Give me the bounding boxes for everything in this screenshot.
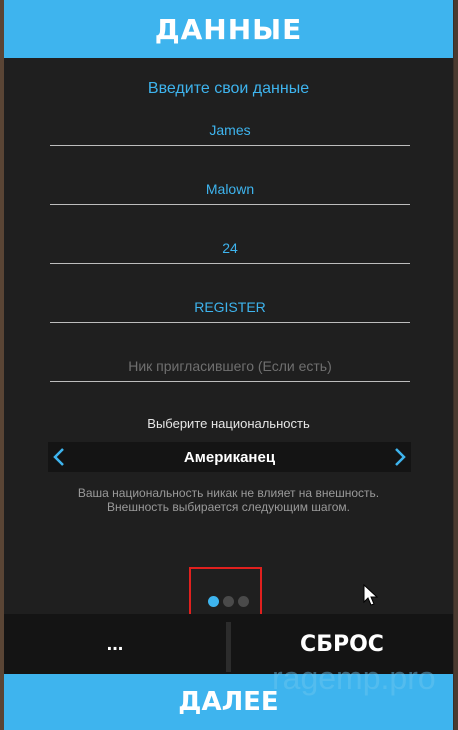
- age-field[interactable]: [50, 233, 410, 264]
- chevron-left-icon[interactable]: [48, 442, 70, 472]
- nationality-selector: Американец: [48, 442, 411, 472]
- first-name-input[interactable]: [50, 115, 410, 145]
- last-name-input[interactable]: [50, 174, 410, 204]
- chevron-right-icon[interactable]: [389, 442, 411, 472]
- age-input[interactable]: [50, 233, 410, 263]
- watermark: ragemp.pro: [272, 660, 436, 696]
- background-edge-right: [454, 0, 458, 730]
- promo-input[interactable]: [50, 292, 410, 322]
- pager-dot-2[interactable]: [223, 596, 234, 607]
- referrer-input[interactable]: [50, 351, 410, 381]
- first-name-field[interactable]: [50, 115, 410, 146]
- mouse-cursor-icon: [362, 583, 380, 612]
- pager-dot-1[interactable]: [208, 596, 219, 607]
- header-bar: ДАННЫЕ: [4, 0, 453, 58]
- more-button[interactable]: ...: [4, 614, 226, 674]
- last-name-field[interactable]: [50, 174, 410, 205]
- nationality-value: Американец: [183, 448, 276, 466]
- referrer-field[interactable]: [50, 351, 410, 382]
- page-title: ДАННЫЕ: [154, 12, 303, 46]
- nationality-hint: Ваша национальность никак не влияет на в…: [4, 486, 453, 514]
- nationality-hint-line1: Ваша национальность никак не влияет на в…: [77, 486, 380, 500]
- nationality-label: Выберите национальность: [147, 416, 310, 431]
- nationality-hint-line2: Внешность выбирается следующим шагом.: [107, 500, 350, 514]
- form-subtitle: Введите свои данные: [147, 80, 310, 97]
- pager-dot-3[interactable]: [238, 596, 249, 607]
- promo-field[interactable]: [50, 292, 410, 323]
- registration-panel: ДАННЫЕ Введите свои данные Выберите наци…: [4, 0, 453, 730]
- pager-dots: [208, 596, 249, 607]
